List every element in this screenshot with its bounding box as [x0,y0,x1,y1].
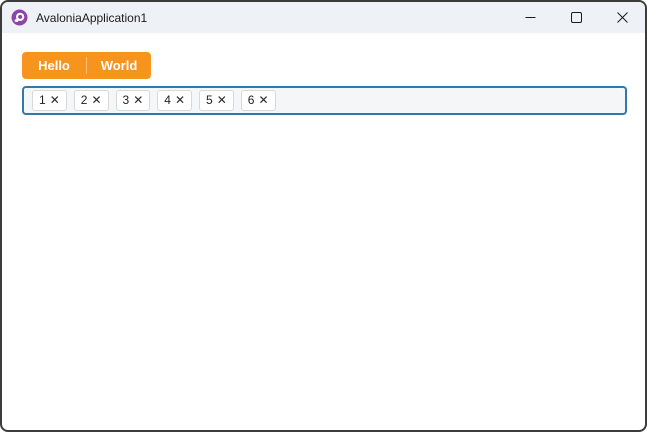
caption-buttons [507,2,645,33]
chip-close-button[interactable]: ✕ [133,94,143,106]
close-icon: ✕ [133,93,144,108]
tabstrip: Hello World [22,52,151,79]
chip-label: 4 [164,93,171,108]
chip-label: 5 [206,93,213,108]
tag-chip[interactable]: 3 ✕ [115,90,151,111]
close-icon: ✕ [49,93,60,108]
tag-chip[interactable]: 6 ✕ [240,90,276,111]
avalonia-logo-icon [11,9,28,26]
close-icon [616,12,628,23]
maximize-button[interactable] [553,2,599,33]
close-icon: ✕ [174,93,185,108]
maximize-icon [570,12,582,23]
chip-close-button[interactable]: ✕ [217,94,227,106]
close-button[interactable] [599,2,645,33]
chip-close-button[interactable]: ✕ [258,94,268,106]
chip-close-button[interactable]: ✕ [175,94,185,106]
tab-world[interactable]: World [87,52,151,79]
tag-chip[interactable]: 1 ✕ [32,90,67,111]
chip-label: 2 [80,93,88,108]
close-icon: ✕ [258,93,269,108]
titlebar[interactable]: AvaloniaApplication1 [2,2,645,33]
tag-chip[interactable]: 5 ✕ [199,90,234,111]
close-icon: ✕ [91,93,102,108]
chip-close-button[interactable]: ✕ [91,94,101,106]
chip-label: 6 [247,93,255,108]
tag-chip[interactable]: 4 ✕ [157,90,192,111]
minimize-button[interactable] [507,2,553,33]
chip-label: 3 [122,93,130,108]
chip-close-button[interactable]: ✕ [50,94,60,106]
close-icon: ✕ [216,93,227,108]
tab-hello[interactable]: Hello [22,52,86,79]
tag-chip[interactable]: 2 ✕ [73,90,109,111]
chip-label: 1 [39,93,46,108]
app-window: AvaloniaApplication1 Hello World 1 ✕ 2 ✕… [0,0,647,432]
window-title: AvaloniaApplication1 [36,10,148,25]
tag-input-box[interactable]: 1 ✕ 2 ✕ 3 ✕ 4 ✕ 5 ✕ 6 ✕ [22,86,627,115]
minimize-icon [525,12,536,23]
